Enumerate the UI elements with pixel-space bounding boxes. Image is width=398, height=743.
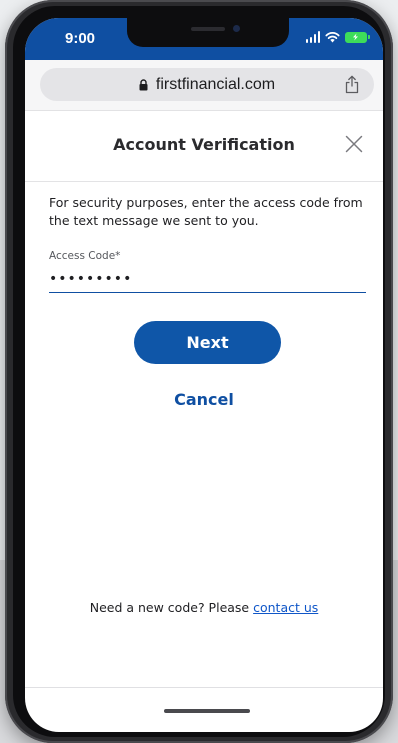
instructions-text: For security purposes, enter the access …	[49, 195, 363, 228]
battery-charging-icon	[345, 31, 370, 43]
new-code-prompt-text: Need a new code? Please	[89, 600, 254, 615]
new-code-prompt: Need a new code? Please contact us	[25, 600, 383, 615]
close-icon[interactable]	[343, 133, 365, 155]
status-bar: 9:00	[25, 18, 383, 60]
stage: 9:00 firstfinancial.com Account Verifica…	[0, 0, 398, 743]
phone-screen: 9:00 firstfinancial.com Account Verifica…	[25, 18, 383, 732]
url-field[interactable]: firstfinancial.com	[40, 68, 374, 101]
cancel-link[interactable]: Cancel	[25, 390, 383, 409]
signal-icon	[305, 31, 320, 43]
status-icons	[305, 30, 370, 44]
access-code-input[interactable]	[49, 266, 366, 293]
notch	[127, 18, 289, 47]
phone-frame: 9:00 firstfinancial.com Account Verifica…	[5, 0, 393, 743]
url-text: firstfinancial.com	[155, 76, 276, 93]
status-time: 9:00	[65, 30, 96, 47]
modal-title: Account Verification	[113, 135, 295, 154]
share-icon[interactable]	[344, 75, 360, 94]
browser-address-bar: firstfinancial.com	[25, 60, 383, 111]
front-camera	[233, 25, 240, 32]
url-content: firstfinancial.com	[40, 76, 374, 94]
modal-header: Account Verification	[25, 111, 383, 182]
next-button[interactable]: Next	[134, 321, 281, 364]
access-code-label: Access Code*	[49, 250, 121, 262]
bottom-divider	[25, 687, 383, 688]
contact-us-link[interactable]: contact us	[253, 600, 318, 615]
lock-icon	[139, 79, 148, 91]
speaker-grille	[191, 27, 225, 31]
wifi-icon	[325, 32, 340, 43]
home-indicator[interactable]	[164, 709, 250, 713]
